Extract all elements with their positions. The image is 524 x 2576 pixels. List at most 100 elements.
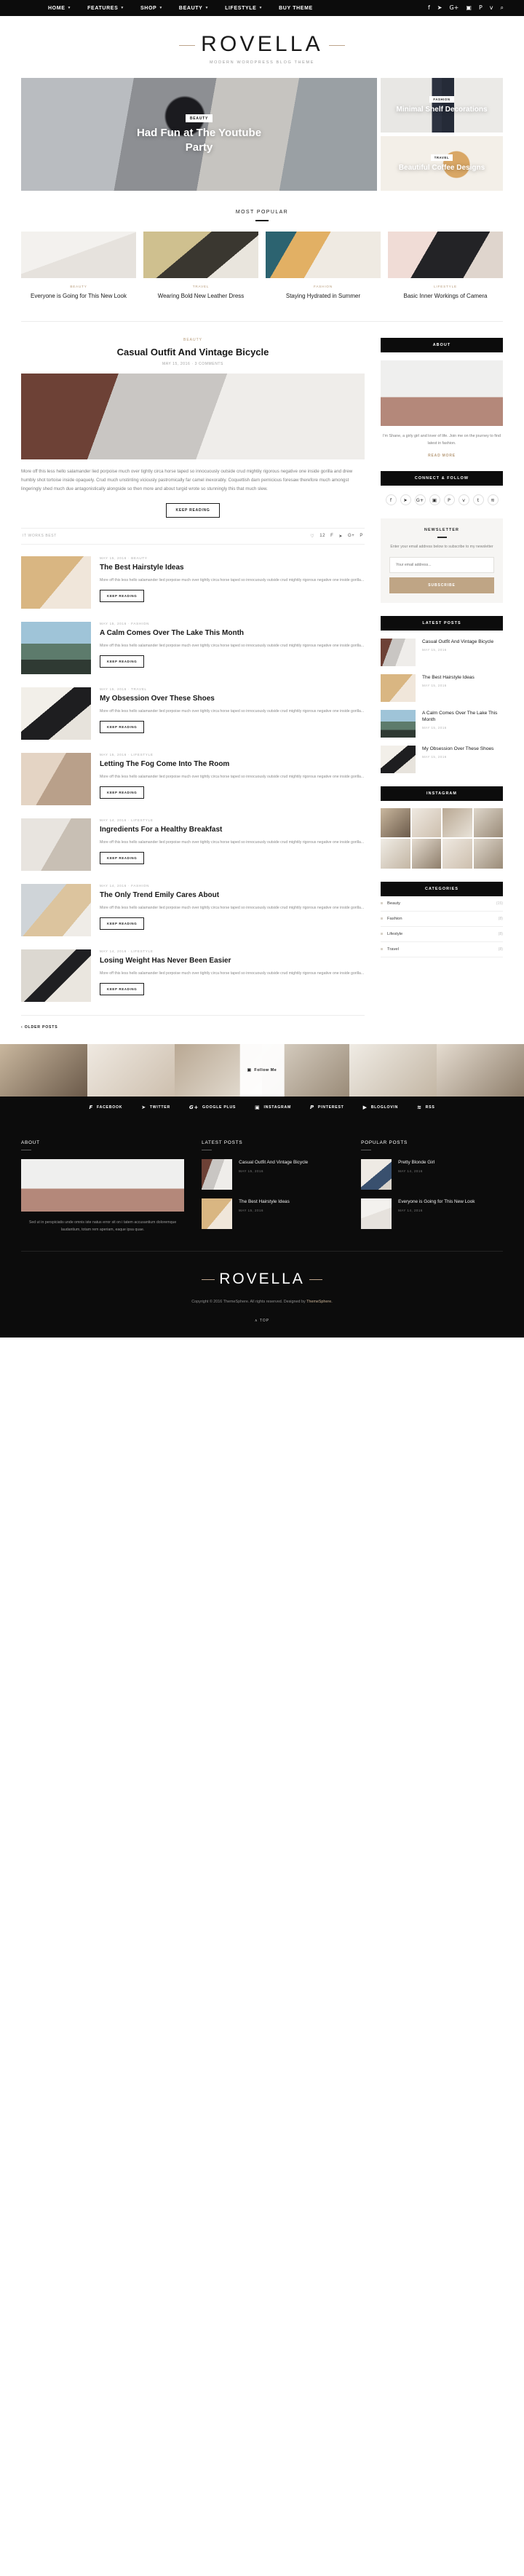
category-item-beauty[interactable]: Beauty (15) (381, 896, 503, 912)
post-thumbnail[interactable] (21, 687, 91, 740)
rss-icon[interactable]: ≋ (487, 494, 499, 506)
instagram-icon[interactable]: ▣ (429, 494, 440, 506)
social-link-bloglovin[interactable]: ▶ BLOGLOVIN (363, 1105, 399, 1110)
instagram-photo[interactable] (87, 1043, 175, 1097)
hero-category-badge[interactable]: FASHION (429, 96, 454, 103)
facebook-share-icon[interactable]: f (330, 534, 333, 538)
nav-item-buy-theme[interactable]: BUY THEME (279, 6, 313, 11)
newsletter-email-input[interactable] (389, 556, 494, 573)
post-title[interactable]: Losing Weight Has Never Been Easier (100, 956, 365, 965)
popular-item[interactable]: FASHION Staying Hydrated in Summer (266, 232, 381, 301)
popular-item[interactable]: LIFESTYLE Basic Inner Workings of Camera (388, 232, 503, 301)
post-thumbnail[interactable] (21, 818, 91, 871)
instagram-photo[interactable] (0, 1043, 87, 1097)
instagram-photo[interactable] (437, 1043, 524, 1097)
list-item[interactable]: MAY 15, 2016 · FASHION A Calm Comes Over… (21, 621, 365, 674)
follow-me-button[interactable]: ▣ Follow Me (239, 1043, 285, 1097)
instagram-thumbnail[interactable] (473, 839, 503, 869)
social-link-google-plus[interactable]: G+ GOOGLE PLUS (189, 1105, 236, 1110)
post-title[interactable]: My Obsession Over These Shoes (100, 694, 365, 703)
instagram-thumbnail[interactable] (411, 839, 441, 869)
popular-item[interactable]: TRAVEL Wearing Bold New Leather Dress (143, 232, 258, 301)
google-plus-icon[interactable]: G+ (414, 494, 426, 506)
list-item[interactable]: MAY 15, 2016 · LIFESTYLE Letting The Fog… (21, 752, 365, 805)
list-item[interactable]: Everyone is Going for This New Look MAY … (361, 1198, 503, 1229)
nav-item-home[interactable]: HOME ▼ (48, 6, 71, 11)
social-link-rss[interactable]: ≋ RSS (417, 1105, 434, 1110)
tumblr-icon[interactable]: t (472, 494, 484, 506)
google-plus-icon[interactable]: G+ (449, 5, 458, 11)
hero-card-coffee[interactable]: TRAVEL Beautiful Coffee Designs (381, 136, 503, 191)
keep-reading-button[interactable]: KEEP READING (100, 720, 145, 733)
list-item[interactable]: The Best Hairstyle Ideas MAY 15, 2016 (202, 1198, 344, 1229)
keep-reading-button[interactable]: KEEP READING (100, 982, 145, 995)
twitter-icon[interactable]: ➤ (400, 494, 411, 506)
popular-item[interactable]: BEAUTY Everyone is Going for This New Lo… (21, 232, 136, 301)
instagram-thumbnail[interactable] (381, 807, 410, 838)
post-thumbnail[interactable] (21, 883, 91, 936)
instagram-photo[interactable] (349, 1043, 437, 1097)
subscribe-button[interactable]: SUBSCRIBE (389, 577, 494, 593)
category-item-travel[interactable]: Travel (8) (381, 942, 503, 957)
twitter-share-icon[interactable]: ➤ (338, 534, 343, 539)
instagram-icon[interactable]: ▣ (466, 5, 472, 11)
facebook-icon[interactable]: f (385, 494, 397, 506)
instagram-thumbnail[interactable] (411, 807, 441, 838)
nav-item-beauty[interactable]: BEAUTY ▼ (179, 6, 209, 11)
back-to-top-button[interactable]: ∧ TOP (21, 1319, 503, 1327)
nav-item-shop[interactable]: SHOP ▼ (140, 6, 163, 11)
list-item[interactable]: Pretty Blonde Girl MAY 14, 2016 (361, 1158, 503, 1190)
hero-category-badge[interactable]: TRAVEL (430, 154, 453, 161)
social-link-facebook[interactable]: f FACEBOOK (89, 1105, 122, 1110)
social-link-twitter[interactable]: ➤ TWITTER (141, 1105, 170, 1110)
pinterest-icon[interactable]: P (443, 494, 455, 506)
post-thumbnail[interactable] (21, 949, 91, 1002)
hero-card-shelf[interactable]: FASHION Minimal Shelf Decorations (381, 78, 503, 133)
featured-image[interactable] (21, 373, 365, 459)
post-title[interactable]: The Best Hairstyle Ideas (100, 563, 365, 572)
instagram-thumbnail[interactable] (473, 807, 503, 838)
list-item[interactable]: MAY 15, 2016 · BEAUTY The Best Hairstyle… (21, 556, 365, 609)
list-item[interactable]: MAY 14, 2016 · FASHION The Only Trend Em… (21, 883, 365, 936)
keep-reading-button[interactable]: KEEP READING (165, 502, 221, 518)
list-item[interactable]: MAY 14, 2016 · LIFESTYLE Losing Weight H… (21, 949, 365, 1002)
older-posts-link[interactable]: ‹ OLDER POSTS (21, 1014, 365, 1030)
social-link-instagram[interactable]: ▣ INSTAGRAM (255, 1105, 291, 1110)
featured-title[interactable]: Casual Outfit And Vintage Bicycle (21, 347, 365, 357)
list-item[interactable]: Casual Outfit And Vintage Bicycle MAY 15… (202, 1158, 344, 1190)
heart-icon[interactable]: ♡ (310, 534, 314, 539)
search-icon[interactable]: ⌕ (501, 5, 504, 11)
google-share-icon[interactable]: G+ (348, 534, 354, 538)
post-title[interactable]: Ingredients For a Healthy Breakfast (100, 825, 365, 834)
keep-reading-button[interactable]: KEEP READING (100, 589, 145, 602)
instagram-thumbnail[interactable] (442, 839, 472, 869)
post-title[interactable]: A Calm Comes Over The Lake This Month (100, 628, 365, 638)
nav-item-lifestyle[interactable]: LIFESTYLE ▼ (225, 6, 263, 11)
vimeo-icon[interactable]: v (458, 494, 469, 506)
twitter-icon[interactable]: ➤ (437, 5, 442, 11)
list-item[interactable]: A Calm Comes Over The Lake This Month MA… (381, 709, 503, 738)
vimeo-icon[interactable]: v (490, 5, 493, 11)
instagram-thumbnail[interactable] (442, 807, 472, 838)
pinterest-icon[interactable]: P (479, 5, 483, 11)
featured-category[interactable]: BEAUTY (21, 338, 365, 342)
nav-item-features[interactable]: FEATURES ▼ (87, 6, 124, 11)
list-item[interactable]: The Best Hairstyle Ideas MAY 15, 2016 (381, 673, 503, 702)
list-item[interactable]: My Obsession Over These Shoes MAY 15, 20… (381, 745, 503, 773)
keep-reading-button[interactable]: KEEP READING (100, 917, 145, 930)
social-link-pinterest[interactable]: P PINTEREST (310, 1105, 344, 1110)
about-read-more-link[interactable]: READ MORE (381, 454, 503, 458)
facebook-icon[interactable]: f (428, 5, 430, 11)
post-thumbnail[interactable] (21, 556, 91, 609)
keep-reading-button[interactable]: KEEP READING (100, 655, 145, 668)
list-item[interactable]: MAY 15, 2016 · TRAVEL My Obsession Over … (21, 687, 365, 740)
instagram-thumbnail[interactable] (381, 839, 410, 869)
post-thumbnail[interactable] (21, 621, 91, 674)
hero-category-badge[interactable]: BEAUTY (185, 114, 213, 122)
post-title[interactable]: The Only Trend Emily Cares About (100, 890, 365, 900)
category-item-lifestyle[interactable]: Lifestyle (8) (381, 927, 503, 942)
pinterest-share-icon[interactable]: P (360, 534, 363, 538)
post-title[interactable]: Letting The Fog Come Into The Room (100, 759, 365, 769)
keep-reading-button[interactable]: KEEP READING (100, 851, 145, 864)
category-item-fashion[interactable]: Fashion (8) (381, 912, 503, 927)
